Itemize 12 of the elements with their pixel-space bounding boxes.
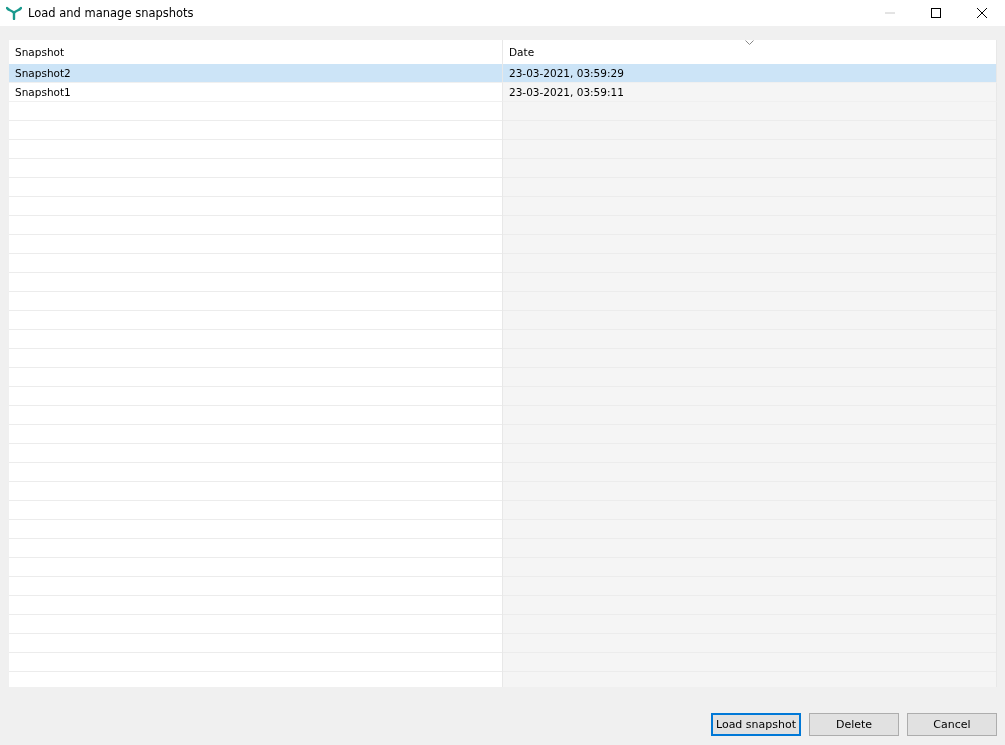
app-logo-icon: [6, 6, 22, 20]
sort-chevron-icon: [745, 40, 754, 45]
maximize-icon: [931, 8, 941, 18]
dialog-button[interactable]: Load snapshot: [711, 713, 801, 736]
table-cell[interactable]: Snapshot2: [9, 64, 503, 83]
dialog-button[interactable]: Cancel: [907, 713, 997, 736]
close-icon: [977, 8, 987, 18]
window-title: Load and manage snapshots: [28, 6, 195, 20]
dialog-button[interactable]: Delete: [809, 713, 899, 736]
table-cell[interactable]: 23-03-2021, 03:59:29: [503, 64, 997, 83]
table-cell[interactable]: 23-03-2021, 03:59:11: [503, 83, 997, 102]
table-cell[interactable]: Snapshot1: [9, 83, 503, 102]
